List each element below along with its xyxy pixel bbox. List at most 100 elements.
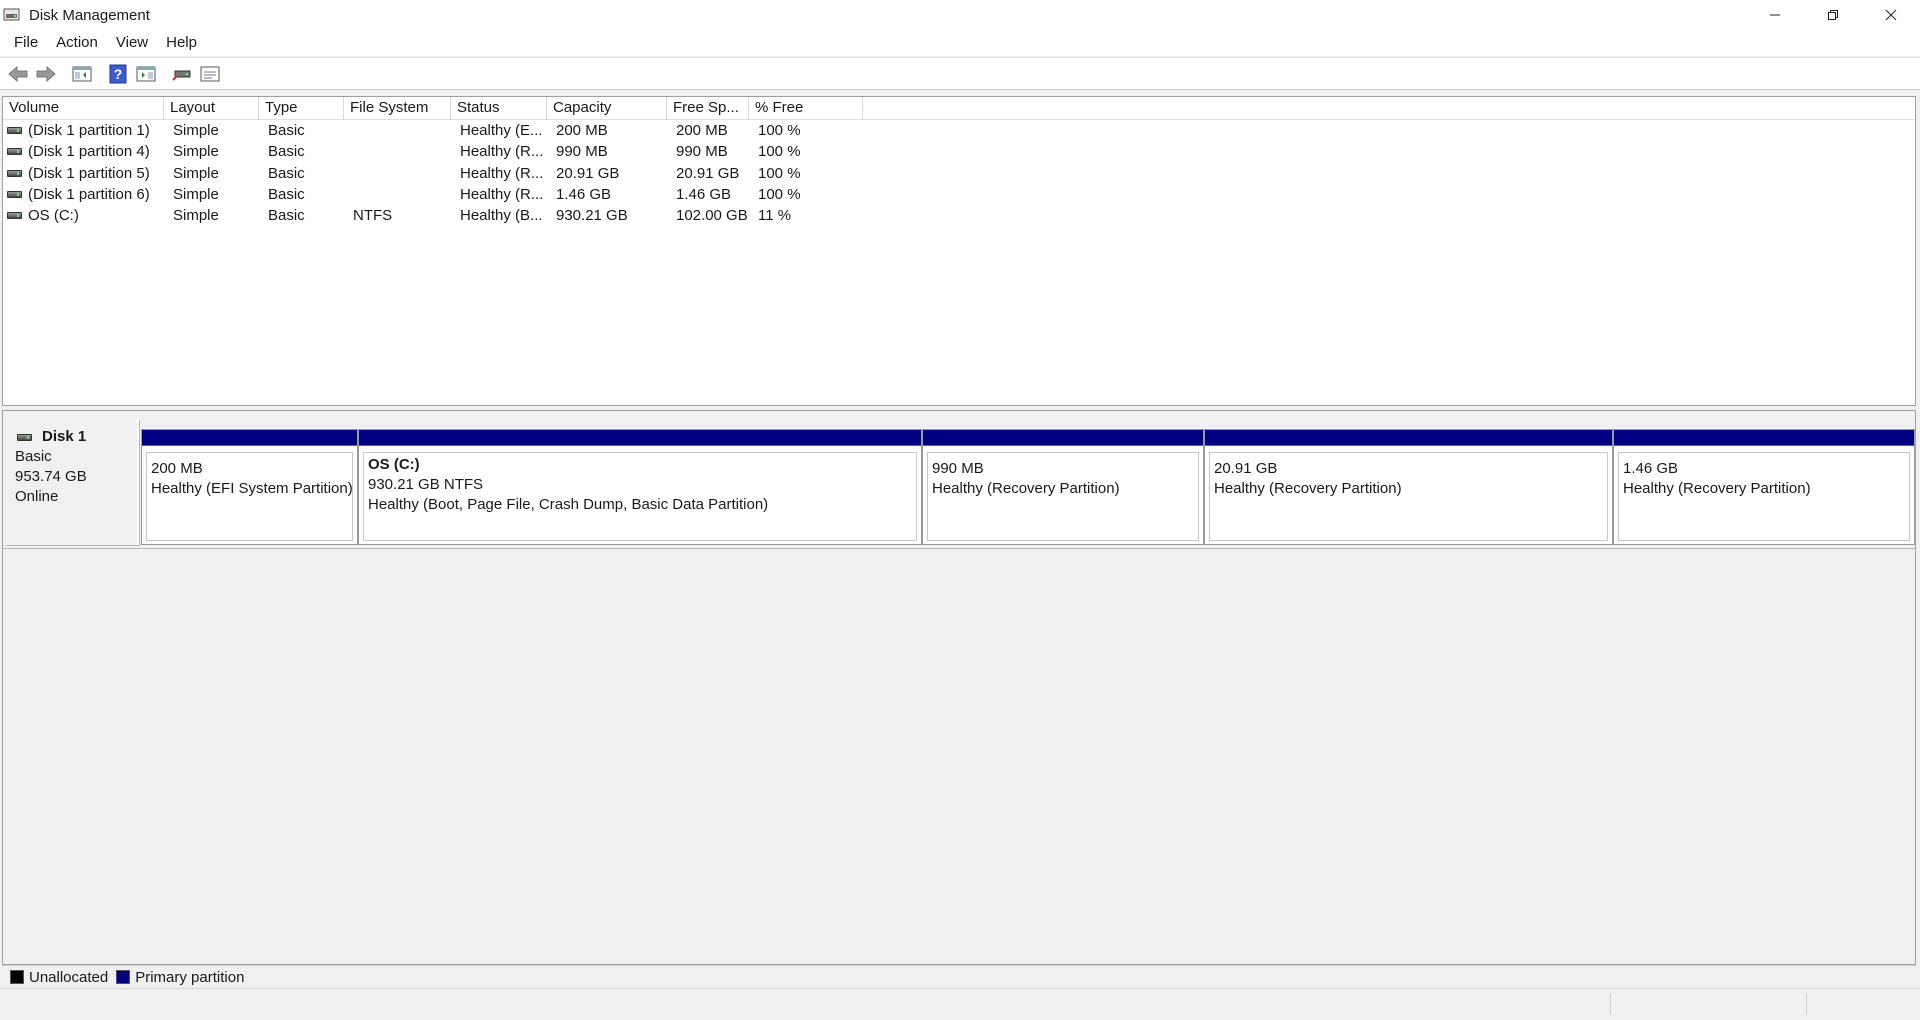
volume-list[interactable]: Volume Layout Type File System Status Ca… [2, 96, 1916, 406]
primary-partition-bar [923, 430, 1203, 446]
type-cell: Basic [268, 143, 305, 161]
status-bar-segment [1806, 993, 1807, 1015]
free-space-cell: 102.00 GB [676, 207, 748, 225]
partition-os-c[interactable]: OS (C:) 930.21 GB NTFS Healthy (Boot, Pa… [358, 429, 922, 545]
partition-recovery-3[interactable]: 1.46 GB Healthy (Recovery Partition) [1613, 429, 1915, 545]
file-system-cell: NTFS [353, 207, 393, 225]
partition-size: 20.91 GB [1214, 460, 1278, 477]
legend-item-primary-partition: Primary partition [116, 969, 244, 986]
forward-button[interactable] [32, 61, 60, 87]
primary-partition-bar [1205, 430, 1612, 446]
layout-cell: Simple [173, 186, 219, 204]
primary-partition-bar [1614, 430, 1914, 446]
drive-icon [7, 169, 22, 177]
partition-efi[interactable]: 200 MB Healthy (EFI System Partition) [141, 429, 358, 545]
show-hide-console-tree-button[interactable] [68, 61, 96, 87]
status-cell: Healthy (B... [460, 207, 543, 225]
restore-button[interactable] [1804, 0, 1862, 30]
status-cell: Healthy (R... [460, 164, 544, 182]
column-header-volume[interactable]: Volume [3, 97, 164, 120]
drive-icon [7, 212, 22, 220]
table-row[interactable]: (Disk 1 partition 1) Simple Basic Health… [3, 120, 1915, 141]
column-header-percent-free[interactable]: % Free [749, 97, 863, 120]
percent-free-cell: 100 % [758, 186, 801, 204]
menu-view[interactable]: View [107, 30, 157, 56]
toolbar: ? [0, 57, 1920, 90]
volume-name: (Disk 1 partition 4) [28, 143, 150, 161]
status-cell: Healthy (E... [460, 122, 543, 140]
column-header-file-system[interactable]: File System [344, 97, 451, 120]
column-header-status[interactable]: Status [451, 97, 547, 120]
layout-cell: Simple [173, 164, 219, 182]
partition-size: 200 MB [151, 460, 203, 477]
partition-recovery-1[interactable]: 990 MB Healthy (Recovery Partition) [922, 429, 1204, 545]
volume-list-header: Volume Layout Type File System Status Ca… [3, 97, 1915, 120]
volume-name: OS (C:) [28, 207, 79, 225]
properties-icon [200, 66, 220, 81]
disk-type: Basic [15, 448, 52, 465]
table-row[interactable]: (Disk 1 partition 4) Simple Basic Health… [3, 141, 1915, 162]
partition-name: OS (C:) [368, 456, 420, 473]
back-button[interactable] [4, 61, 32, 87]
table-row[interactable]: (Disk 1 partition 5) Simple Basic Health… [3, 163, 1915, 184]
table-row[interactable]: (Disk 1 partition 6) Simple Basic Health… [3, 184, 1915, 205]
partition-status: Healthy (Boot, Page File, Crash Dump, Ba… [368, 496, 769, 513]
partition-size: 990 MB [932, 460, 984, 477]
partition-size: 930.21 GB NTFS [368, 476, 484, 493]
menu-help[interactable]: Help [157, 30, 206, 56]
status-cell: Healthy (R... [460, 143, 544, 161]
column-header-type[interactable]: Type [259, 97, 344, 120]
disk-name: Disk 1 [42, 428, 87, 445]
disk-label[interactable]: Disk 1 Basic 953.74 GB Online [5, 419, 139, 545]
menu-file[interactable]: File [5, 30, 47, 56]
connect-drive-icon [172, 70, 191, 81]
unallocated-swatch [10, 970, 24, 984]
volume-rows: (Disk 1 partition 1) Simple Basic Health… [3, 120, 1915, 226]
volume-name: (Disk 1 partition 6) [28, 186, 150, 204]
volume-cell: (Disk 1 partition 6) [3, 184, 164, 205]
caption-buttons [1746, 0, 1920, 30]
partition-body: 1.46 GB Healthy (Recovery Partition) [1618, 452, 1910, 541]
properties-button[interactable] [196, 61, 224, 87]
volume-name: (Disk 1 partition 1) [28, 122, 150, 140]
layout-cell: Simple [173, 143, 219, 161]
volume-name: (Disk 1 partition 5) [28, 164, 150, 182]
percent-free-cell: 100 % [758, 164, 801, 182]
table-row[interactable]: OS (C:) Simple Basic NTFS Healthy (B... … [3, 205, 1915, 226]
capacity-cell: 1.46 GB [556, 186, 612, 204]
legend: Unallocated Primary partition [2, 965, 1916, 988]
minimize-button[interactable] [1746, 0, 1804, 30]
partition-size: 1.46 GB [1623, 460, 1679, 477]
type-cell: Basic [268, 186, 305, 204]
close-button[interactable] [1862, 0, 1920, 30]
status-cell: Healthy (R... [460, 186, 544, 204]
disk-map-pane[interactable]: Disk 1 Basic 953.74 GB Online 200 MB Hea… [2, 410, 1916, 965]
disk-drive-icon [17, 433, 32, 441]
disk-management-app-icon [3, 7, 21, 23]
disk-management-window: Disk Management File Action View Help ? … [0, 0, 1920, 1020]
partition-status: Healthy (Recovery Partition) [1214, 480, 1402, 497]
partition-body: 200 MB Healthy (EFI System Partition) [146, 452, 353, 541]
partition-status: Healthy (EFI System Partition) [151, 480, 353, 497]
column-header-free-space[interactable]: Free Sp... [667, 97, 749, 120]
free-space-cell: 20.91 GB [676, 164, 740, 182]
type-cell: Basic [268, 164, 305, 182]
primary-partition-bar [142, 430, 357, 446]
partition-status: Healthy (Recovery Partition) [1623, 480, 1811, 497]
partition-body: 990 MB Healthy (Recovery Partition) [927, 452, 1199, 541]
show-hide-action-pane-button[interactable] [132, 61, 160, 87]
column-header-layout[interactable]: Layout [164, 97, 259, 120]
connect-drive-button[interactable] [168, 61, 196, 87]
volume-cell: (Disk 1 partition 4) [3, 141, 164, 162]
partition-recovery-2[interactable]: 20.91 GB Healthy (Recovery Partition) [1204, 429, 1613, 545]
partition-status: Healthy (Recovery Partition) [932, 480, 1120, 497]
column-header-capacity[interactable]: Capacity [547, 97, 667, 120]
type-cell: Basic [268, 207, 305, 225]
capacity-cell: 930.21 GB [556, 207, 628, 225]
drive-icon [7, 148, 22, 156]
drive-icon [7, 191, 22, 199]
help-button[interactable]: ? [104, 61, 132, 87]
layout-cell: Simple [173, 122, 219, 140]
legend-item-unallocated: Unallocated [10, 969, 108, 986]
menu-action[interactable]: Action [47, 30, 107, 56]
